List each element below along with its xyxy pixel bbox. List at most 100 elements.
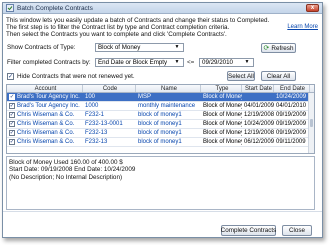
row-checkbox[interactable]: ✓ — [9, 139, 15, 145]
column-header-account[interactable]: Account — [7, 85, 83, 92]
type-cell: Block of Money — [203, 138, 242, 145]
table-row[interactable]: ✓ Chris Wiseman & Co. F232-13 block of mo… — [7, 129, 314, 138]
account-link[interactable]: Chris Wiseman & Co. — [17, 120, 74, 128]
hide-not-renewed-checkbox[interactable]: ✓ — [7, 73, 14, 80]
start-date-cell: 12/19/2008 — [244, 129, 274, 136]
end-date-cell: 09/19/2009 — [276, 120, 307, 127]
code-cell[interactable]: F232-13-0001 — [83, 120, 136, 128]
type-filter-label: Show Contracts of Type: — [7, 44, 76, 51]
name-cell[interactable]: block of money1 — [136, 138, 201, 146]
less-or-equal-symbol: <= — [187, 59, 195, 66]
criteria-filter-label: Filter completed Contracts by: — [7, 59, 91, 66]
start-date-cell: 06/12/2009 — [244, 138, 274, 145]
contract-type-dropdown[interactable]: Block of Money ▼ — [95, 43, 184, 52]
type-cell: Block of Money — [203, 129, 242, 136]
table-row[interactable]: ✓ Brad's Tour Agency Inc. 1000 monthly ma… — [7, 102, 314, 111]
date-value: 09/29/2010 — [202, 59, 233, 66]
account-link[interactable]: Chris Wiseman & Co. — [17, 129, 74, 137]
account-cell: ✓ Chris Wiseman & Co. — [7, 111, 83, 119]
close-window-button[interactable]: x — [306, 4, 319, 12]
account-cell: ✓ Brad's Tour Agency Inc. — [7, 102, 83, 110]
date-picker[interactable]: 09/29/2010 ▼ — [199, 58, 254, 67]
end-date-cell: 09/11/2009 — [276, 138, 306, 145]
grid-scrollbar[interactable] — [308, 93, 314, 153]
grid-header: Account Code Name Type Start Date End Da… — [7, 85, 314, 93]
footer-divider — [3, 211, 322, 212]
end-date-cell: 09/19/2009 — [276, 111, 307, 118]
details-dates: Start Date: 09/19/2008 End Date: 10/24/2… — [9, 166, 136, 174]
chevron-down-icon: ▼ — [244, 59, 250, 65]
start-date-cell — [242, 93, 274, 101]
code-cell[interactable]: F232-13 — [83, 129, 136, 137]
batch-complete-window: Batch Complete Contracts x This window l… — [2, 2, 323, 238]
column-header-code[interactable]: Code — [83, 85, 136, 92]
start-date-cell: 10/24/2009 — [244, 120, 274, 127]
app-icon — [6, 4, 14, 12]
learn-more-link[interactable]: Learn More — [287, 24, 318, 30]
intro-line-3: Then select the Contracts you want to co… — [6, 31, 227, 39]
clear-all-button[interactable]: Clear All — [261, 71, 296, 81]
criteria-dropdown[interactable]: End Date or Block Empty ▼ — [95, 58, 184, 67]
table-row[interactable]: ✓ Chris Wiseman & Co. F232-13 block of mo… — [7, 138, 314, 147]
window-title: Batch Complete Contracts — [17, 4, 93, 12]
row-checkbox[interactable]: ✓ — [9, 121, 15, 127]
intro-text: This window lets you easily update a bat… — [6, 17, 286, 39]
name-cell[interactable]: block of money1 — [136, 120, 201, 128]
type-cell: Block of Money — [203, 111, 242, 118]
end-date-cell: 10/24/2009 — [276, 93, 307, 100]
refresh-icon: ⟳ — [263, 44, 270, 52]
column-header-start-date[interactable]: Start Date — [242, 85, 274, 92]
row-checkbox[interactable]: ✓ — [9, 112, 15, 118]
contract-details-panel: Block of Money Used 160.00 of 400.00 $ S… — [6, 156, 315, 210]
table-row[interactable]: ✓ Brad's Tour Agency Inc. 100 MSP Block o… — [7, 93, 314, 102]
account-link[interactable]: Brad's Tour Agency Inc. — [17, 102, 80, 110]
type-cell: Block of Money — [203, 93, 242, 100]
column-header-name[interactable]: Name — [136, 85, 201, 92]
complete-contracts-button[interactable]: Complete Contracts — [221, 225, 276, 236]
account-link[interactable]: Chris Wiseman & Co. — [17, 111, 74, 119]
end-date-cell: 09/19/2009 — [276, 129, 307, 136]
code-cell[interactable]: 1000 — [83, 102, 136, 110]
name-cell[interactable]: MSP — [136, 93, 201, 101]
row-checkbox[interactable]: ✓ — [9, 94, 15, 100]
contracts-grid: Account Code Name Type Start Date End Da… — [6, 84, 315, 154]
intro-line-2: The first step is to filter the Contract… — [6, 24, 230, 32]
name-cell[interactable]: block of money1 — [136, 111, 201, 119]
title-bar[interactable]: Batch Complete Contracts x — [3, 3, 322, 14]
details-usage: Block of Money Used 160.00 of 400.00 $ — [9, 159, 123, 166]
window-content: This window lets you easily update a bat… — [3, 14, 322, 237]
table-row[interactable]: ✓ Chris Wiseman & Co. F232-13-0001 block … — [7, 120, 314, 129]
account-cell: ✓ Brad's Tour Agency Inc. — [7, 93, 83, 101]
contract-type-value: Block of Money — [98, 44, 141, 51]
scrollbar-thumb[interactable] — [310, 119, 313, 127]
account-link[interactable]: Brad's Tour Agency Inc. — [17, 93, 80, 101]
code-cell[interactable]: F232-1 — [83, 111, 136, 119]
row-checkbox[interactable]: ✓ — [9, 130, 15, 136]
refresh-label: Refresh — [271, 44, 294, 52]
code-cell[interactable]: 100 — [83, 93, 136, 101]
code-cell[interactable]: F232-13 — [83, 138, 136, 146]
start-date-cell: 12/19/2008 — [244, 111, 274, 118]
account-link[interactable]: Chris Wiseman & Co. — [17, 138, 74, 146]
end-date-cell: 04/01/2010 — [276, 102, 307, 109]
select-all-button[interactable]: Select All — [227, 71, 255, 81]
account-cell: ✓ Chris Wiseman & Co. — [7, 129, 83, 137]
chevron-down-icon: ▼ — [174, 44, 180, 50]
details-description: (No Description; No Internal Description… — [9, 173, 123, 181]
intro-line-1: This window lets you easily update a bat… — [6, 17, 270, 24]
row-checkbox[interactable]: ✓ — [9, 103, 15, 109]
name-cell[interactable]: block of money1 — [136, 129, 201, 137]
column-header-end-date[interactable]: End Date — [274, 85, 310, 92]
table-row[interactable]: ✓ Chris Wiseman & Co. F232-1 block of mon… — [7, 111, 314, 120]
chevron-down-icon: ▼ — [174, 59, 180, 65]
close-button[interactable]: Close — [282, 225, 312, 236]
type-cell: Block of Money — [203, 102, 242, 109]
start-date-cell: 04/01/2009 — [244, 102, 274, 109]
refresh-button[interactable]: ⟳ Refresh — [261, 43, 296, 53]
account-cell: ✓ Chris Wiseman & Co. — [7, 138, 83, 146]
criteria-value: End Date or Block Empty — [98, 59, 168, 66]
name-cell[interactable]: monthly maintenance — [136, 102, 201, 110]
column-header-type[interactable]: Type — [201, 85, 242, 92]
hide-not-renewed-label: Hide Contracts that were not renewed yet… — [17, 73, 135, 80]
type-cell: Block of Money — [203, 120, 242, 127]
